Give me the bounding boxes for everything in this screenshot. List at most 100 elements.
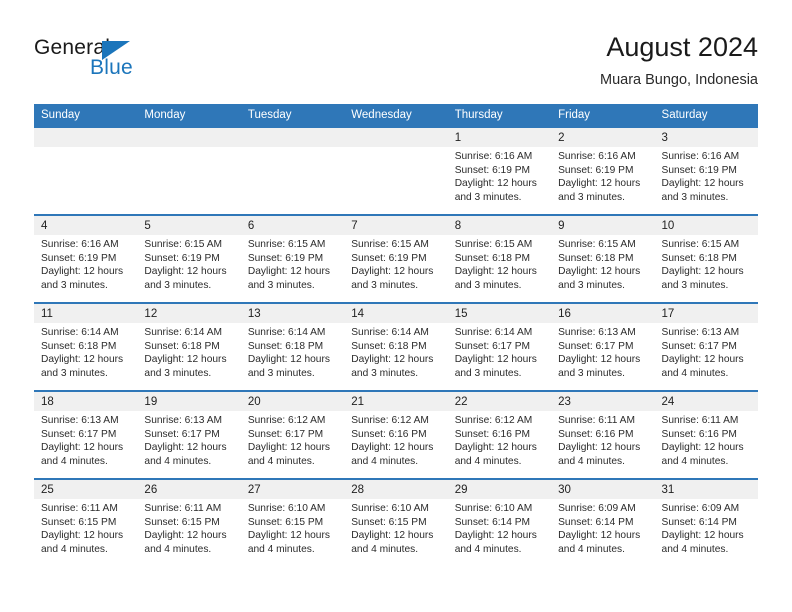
calendar-day-cell[interactable]: 28 Sunrise: 6:10 AM Sunset: 6:15 PM Dayligh… <box>344 480 448 566</box>
day-number: 5 <box>144 220 151 232</box>
calendar-day-cell[interactable]: 17 Sunrise: 6:13 AM Sunset: 6:17 PM Dayligh… <box>654 304 758 390</box>
calendar-day-cell[interactable]: 26 Sunrise: 6:11 AM Sunset: 6:15 PM Dayligh… <box>137 480 241 566</box>
calendar-day-cell[interactable]: 31 Sunrise: 6:09 AM Sunset: 6:14 PM Dayligh… <box>654 480 758 566</box>
day-detail-line: and 4 minutes. <box>144 543 212 555</box>
calendar-day-cell[interactable]: 23 Sunrise: 6:11 AM Sunset: 6:16 PM Dayligh… <box>551 392 655 478</box>
calendar-day-cell[interactable]: 6 Sunrise: 6:15 AM Sunset: 6:19 PM Daylight… <box>240 216 345 302</box>
weekday-header-row: Sunday Monday Tuesday Wednesday Thursday Frid… <box>34 104 758 126</box>
day-number-band: 20 <box>240 392 345 411</box>
calendar-day-cell[interactable]: 20 Sunrise: 6:12 AM Sunset: 6:17 PM Dayligh… <box>240 392 345 478</box>
day-number: 28 <box>351 484 365 496</box>
calendar-day-cell[interactable]: 1 Sunrise: 6:16 AM Sunset: 6:19 PM Daylight… <box>447 128 552 214</box>
day-detail-line: and 3 minutes. <box>558 191 625 203</box>
day-number-band <box>240 128 345 147</box>
day-detail-line: and 4 minutes. <box>351 455 419 467</box>
day-detail-line: Sunrise: 6:13 AM <box>144 415 223 426</box>
day-detail-line: Sunrise: 6:14 AM <box>41 327 119 338</box>
day-detail-line: and 4 minutes. <box>41 455 108 467</box>
calendar-day-cell-empty <box>240 128 345 214</box>
day-detail-line: Sunrise: 6:13 AM <box>558 327 636 338</box>
day-detail-line: Sunset: 6:18 PM <box>41 340 117 352</box>
day-detail-line: Sunset: 6:19 PM <box>144 252 220 264</box>
calendar-day-cell-empty <box>34 128 138 214</box>
day-details: Sunrise: 6:13 AM Sunset: 6:17 PM Daylight:… <box>551 323 654 380</box>
day-number-band: 9 <box>551 216 655 235</box>
day-number-band: 30 <box>551 480 655 499</box>
calendar-day-cell[interactable]: 13 Sunrise: 6:14 AM Sunset: 6:18 PM Dayligh… <box>240 304 345 390</box>
day-detail-line: Daylight: 12 hours <box>247 354 330 366</box>
day-detail-line: Sunrise: 6:12 AM <box>247 415 326 426</box>
calendar-day-cell[interactable]: 22 Sunrise: 6:12 AM Sunset: 6:16 PM Dayligh… <box>447 392 552 478</box>
day-number-band: 19 <box>137 392 241 411</box>
brand-logo[interactable]: General Blue <box>34 36 204 84</box>
day-number: 6 <box>247 220 255 232</box>
day-number: 27 <box>247 484 261 496</box>
day-number-band: 6 <box>240 216 345 235</box>
calendar-day-cell[interactable]: 16 Sunrise: 6:13 AM Sunset: 6:17 PM Dayligh… <box>551 304 655 390</box>
day-detail-line: Sunset: 6:17 PM <box>247 428 324 440</box>
day-detail-line: Sunset: 6:18 PM <box>661 252 737 264</box>
day-detail-line: Sunrise: 6:15 AM <box>351 239 429 250</box>
calendar-day-cell[interactable]: 15 Sunrise: 6:14 AM Sunset: 6:17 PM Dayligh… <box>447 304 552 390</box>
calendar-day-cell[interactable]: 19 Sunrise: 6:13 AM Sunset: 6:17 PM Dayligh… <box>137 392 241 478</box>
calendar-day-cell[interactable]: 8 Sunrise: 6:15 AM Sunset: 6:18 PM Daylight… <box>447 216 552 302</box>
calendar-day-cell[interactable]: 14 Sunrise: 6:14 AM Sunset: 6:18 PM Dayligh… <box>344 304 448 390</box>
calendar-week-row: 18 Sunrise: 6:13 AM Sunset: 6:17 PM Dayligh… <box>34 390 758 478</box>
day-detail-line: Sunrise: 6:12 AM <box>454 415 533 426</box>
calendar-day-cell[interactable]: 27 Sunrise: 6:10 AM Sunset: 6:15 PM Dayligh… <box>240 480 345 566</box>
calendar-weeks: 1 Sunrise: 6:16 AM Sunset: 6:19 PM Daylight… <box>34 126 758 566</box>
day-detail-line: Sunset: 6:15 PM <box>351 516 427 528</box>
day-number-band: 18 <box>34 392 138 411</box>
day-details: Sunrise: 6:09 AM Sunset: 6:14 PM Daylight:… <box>655 499 758 556</box>
calendar-day-cell[interactable]: 4 Sunrise: 6:16 AM Sunset: 6:19 PM Daylight… <box>34 216 138 302</box>
day-detail-line: Sunset: 6:17 PM <box>661 340 737 352</box>
calendar-day-cell[interactable]: 9 Sunrise: 6:15 AM Sunset: 6:18 PM Daylight… <box>551 216 655 302</box>
day-details: Sunrise: 6:10 AM Sunset: 6:14 PM Daylight:… <box>448 499 551 556</box>
day-detail-line: Sunset: 6:17 PM <box>41 428 117 440</box>
day-detail-line: Sunset: 6:15 PM <box>144 516 220 528</box>
day-detail-line: Daylight: 12 hours <box>661 266 744 278</box>
day-number-band: 5 <box>137 216 241 235</box>
brand-name-blue: Blue <box>90 56 133 79</box>
day-detail-line: Sunset: 6:18 PM <box>351 340 427 352</box>
day-detail-line: Sunset: 6:19 PM <box>661 164 737 176</box>
day-detail-line: Sunset: 6:16 PM <box>351 428 427 440</box>
day-detail-line: and 3 minutes. <box>351 279 419 291</box>
calendar-day-cell[interactable]: 29 Sunrise: 6:10 AM Sunset: 6:14 PM Dayligh… <box>447 480 552 566</box>
calendar-day-cell[interactable]: 30 Sunrise: 6:09 AM Sunset: 6:14 PM Dayligh… <box>551 480 655 566</box>
day-details: Sunrise: 6:14 AM Sunset: 6:17 PM Daylight:… <box>448 323 551 380</box>
day-detail-line: Sunrise: 6:12 AM <box>351 415 429 426</box>
calendar-day-cell[interactable]: 24 Sunrise: 6:11 AM Sunset: 6:16 PM Dayligh… <box>654 392 758 478</box>
calendar-day-cell[interactable]: 18 Sunrise: 6:13 AM Sunset: 6:17 PM Dayligh… <box>34 392 138 478</box>
day-number-band: 29 <box>447 480 552 499</box>
day-number-band: 25 <box>34 480 138 499</box>
calendar-day-cell[interactable]: 25 Sunrise: 6:11 AM Sunset: 6:15 PM Dayligh… <box>34 480 138 566</box>
calendar-day-cell[interactable]: 3 Sunrise: 6:16 AM Sunset: 6:19 PM Daylight… <box>654 128 758 214</box>
day-detail-line: Sunrise: 6:16 AM <box>41 239 119 250</box>
day-detail-line: Daylight: 12 hours <box>41 266 124 278</box>
calendar-day-cell[interactable]: 11 Sunrise: 6:14 AM Sunset: 6:18 PM Dayligh… <box>34 304 138 390</box>
day-number-band: 17 <box>654 304 758 323</box>
day-detail-line: Sunset: 6:19 PM <box>247 252 324 264</box>
calendar-day-cell[interactable]: 7 Sunrise: 6:15 AM Sunset: 6:19 PM Daylight… <box>344 216 448 302</box>
calendar-day-cell[interactable]: 12 Sunrise: 6:14 AM Sunset: 6:18 PM Dayligh… <box>137 304 241 390</box>
day-number: 22 <box>454 396 468 408</box>
day-number-band: 1 <box>447 128 552 147</box>
day-detail-line: Sunset: 6:16 PM <box>558 428 634 440</box>
day-detail-line: and 4 minutes. <box>144 455 212 467</box>
calendar-day-cell[interactable]: 10 Sunrise: 6:15 AM Sunset: 6:18 PM Dayligh… <box>654 216 758 302</box>
calendar-day-cell[interactable]: 5 Sunrise: 6:15 AM Sunset: 6:19 PM Daylight… <box>137 216 241 302</box>
day-details: Sunrise: 6:14 AM Sunset: 6:18 PM Daylight:… <box>137 323 240 380</box>
calendar-table: Sunday Monday Tuesday Wednesday Thursday Frid… <box>34 104 758 566</box>
day-number: 10 <box>661 220 675 232</box>
calendar-day-cell[interactable]: 21 Sunrise: 6:12 AM Sunset: 6:16 PM Dayligh… <box>344 392 448 478</box>
day-detail-line: and 4 minutes. <box>454 543 522 555</box>
day-detail-line: Sunrise: 6:11 AM <box>144 503 222 514</box>
page-subtitle: Muara Bungo, Indonesia <box>600 72 758 88</box>
day-number-band: 12 <box>137 304 241 323</box>
calendar-day-cell[interactable]: 2 Sunrise: 6:16 AM Sunset: 6:19 PM Daylight… <box>551 128 655 214</box>
calendar-page: General Blue August 2024 Muara Bungo, In… <box>0 0 792 612</box>
day-detail-line: Daylight: 12 hours <box>351 442 434 454</box>
day-number-band: 3 <box>654 128 758 147</box>
day-details: Sunrise: 6:16 AM Sunset: 6:19 PM Daylight:… <box>34 235 137 292</box>
